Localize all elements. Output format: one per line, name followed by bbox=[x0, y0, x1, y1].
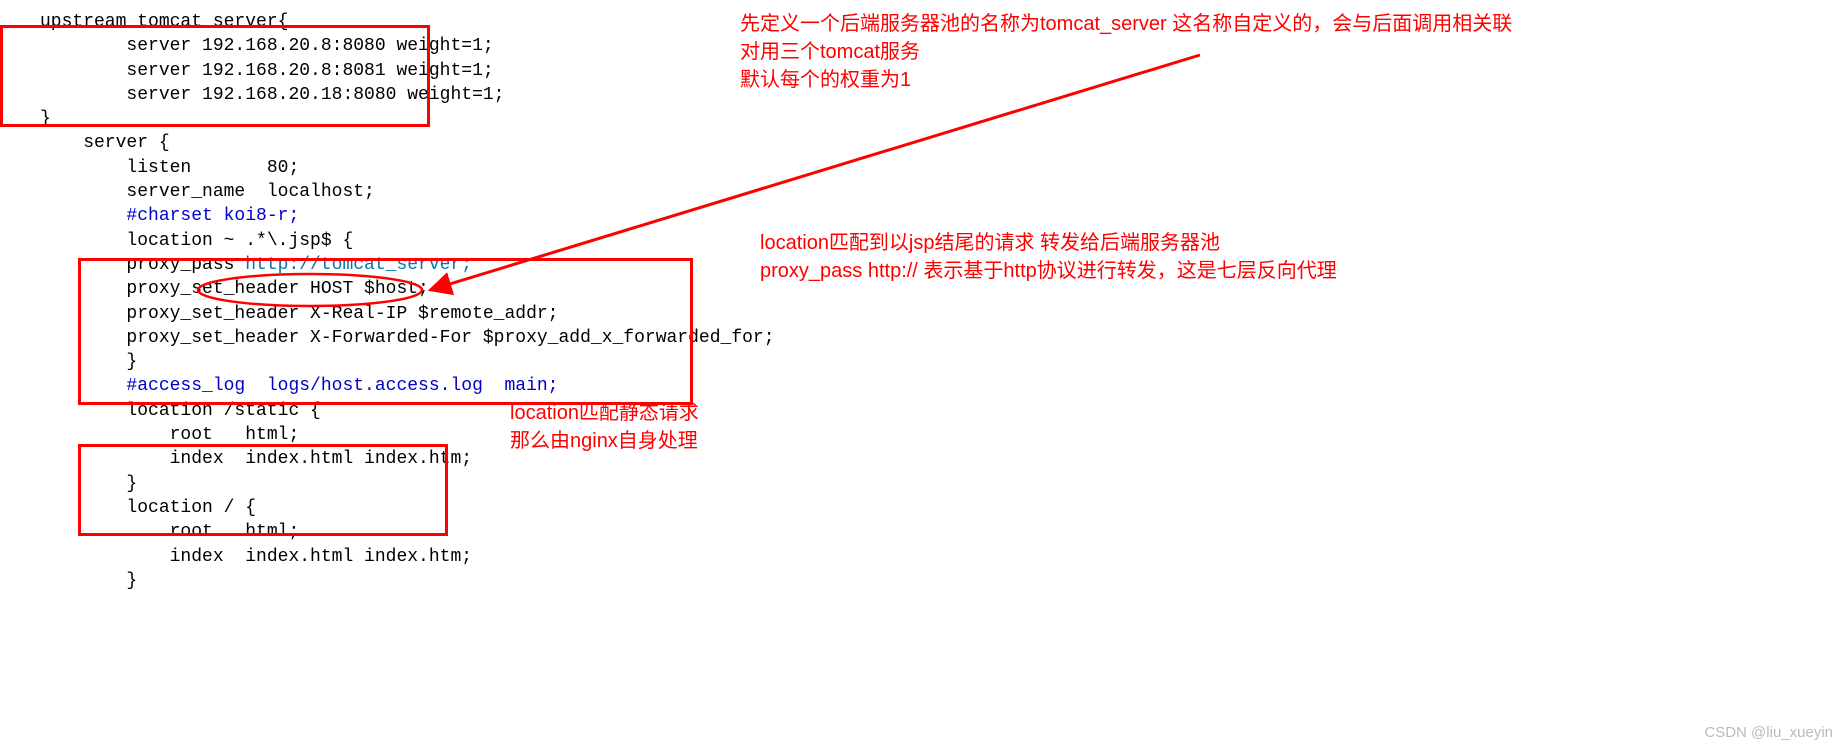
code-document: upstream tomcat_server{ server 192.168.2… bbox=[0, 0, 1848, 593]
annotation-line: 默认每个的权重为1 bbox=[740, 66, 1512, 94]
annotation-line: location匹配到以jsp结尾的请求 转发给后端服务器池 bbox=[760, 229, 1337, 257]
proxy-header-xff: proxy_set_header X-Forwarded-For $proxy_… bbox=[40, 328, 775, 348]
upstream-block: upstream tomcat_server{ server 192.168.2… bbox=[40, 10, 710, 131]
index-line: index index.html index.htm; bbox=[40, 449, 472, 469]
location-jsp-block: location ~ .*\.jsp$ { proxy_pass http://… bbox=[40, 229, 710, 375]
server-name-line: server_name localhost; bbox=[40, 182, 375, 202]
annotation-line: location匹配静态请求 bbox=[510, 399, 699, 427]
location-static-close: } bbox=[40, 474, 137, 494]
annotation-line: proxy_pass http:// 表示基于http协议进行转发，这是七层反向… bbox=[760, 257, 1337, 285]
access-log-comment: #access_log logs/host.access.log main; bbox=[40, 374, 1848, 398]
proxy-pass-line: proxy_pass http://tomcat_server; bbox=[40, 255, 472, 275]
upstream-close: } bbox=[40, 109, 51, 129]
server-block: server { listen 80; server_name localhos… bbox=[40, 131, 1848, 228]
upstream-server-2: server 192.168.20.8:8081 weight=1; bbox=[40, 61, 494, 81]
charset-comment: #charset koi8-r; bbox=[40, 206, 299, 226]
annotation-upstream: 先定义一个后端服务器池的名称为tomcat_server 这名称自定义的，会与后… bbox=[740, 10, 1512, 131]
proxy-pass-url: http://tomcat_server; bbox=[245, 255, 472, 275]
server-open: server { bbox=[40, 133, 170, 153]
proxy-header-host: proxy_set_header HOST $host; bbox=[40, 279, 429, 299]
index-line: index index.html index.htm; bbox=[40, 547, 472, 567]
location-root-block: location / { root html; index index.html… bbox=[40, 496, 1848, 593]
location-jsp-open: location ~ .*\.jsp$ { bbox=[40, 231, 353, 251]
location-static-open: location /static { bbox=[40, 401, 321, 421]
watermark: CSDN @liu_xueyin bbox=[1704, 723, 1833, 743]
upstream-open: upstream tomcat_server{ bbox=[40, 12, 288, 32]
root-line: root html; bbox=[40, 522, 299, 542]
upstream-server-1: server 192.168.20.8:8080 weight=1; bbox=[40, 36, 494, 56]
annotation-static: location匹配静态请求 那么由nginx自身处理 bbox=[510, 399, 699, 496]
upstream-server-3: server 192.168.20.18:8080 weight=1; bbox=[40, 85, 504, 105]
annotation-line: 先定义一个后端服务器池的名称为tomcat_server 这名称自定义的，会与后… bbox=[740, 10, 1512, 38]
annotation-line: 那么由nginx自身处理 bbox=[510, 427, 699, 455]
annotation-proxy: location匹配到以jsp结尾的请求 转发给后端服务器池 proxy_pas… bbox=[760, 229, 1337, 375]
annotation-line: 对用三个tomcat服务 bbox=[740, 38, 1512, 66]
listen-line: listen 80; bbox=[40, 158, 299, 178]
location-static-block: location /static { root html; index inde… bbox=[40, 399, 460, 496]
location-jsp-close: } bbox=[40, 352, 137, 372]
root-line: root html; bbox=[40, 425, 299, 445]
location-root-close: } bbox=[40, 571, 137, 591]
proxy-header-realip: proxy_set_header X-Real-IP $remote_addr; bbox=[40, 304, 558, 324]
location-root-open: location / { bbox=[40, 498, 256, 518]
